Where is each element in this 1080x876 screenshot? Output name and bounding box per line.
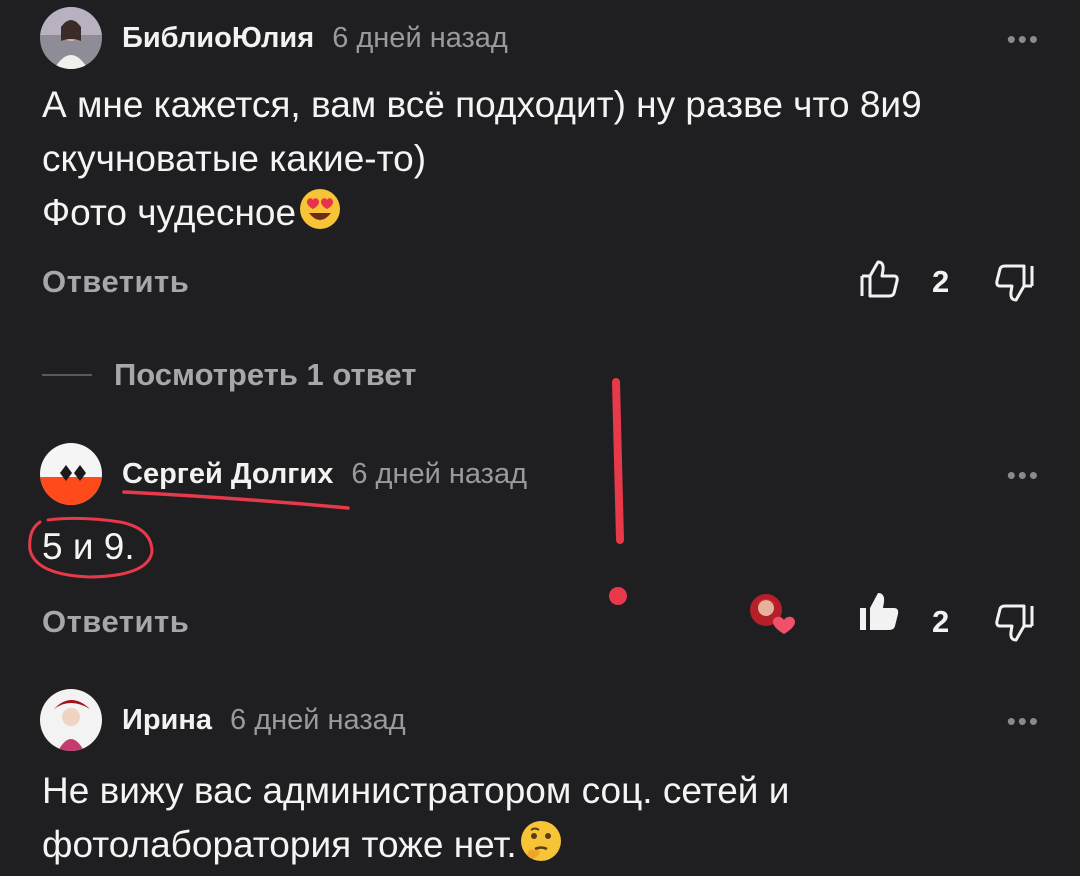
comment-header: БиблиоЮлия 6 дней назад bbox=[40, 6, 508, 70]
thumbs-up-filled-icon[interactable] bbox=[858, 590, 900, 634]
more-options-icon[interactable]: ••• bbox=[1007, 24, 1040, 55]
smiling-face-with-heart-eyes-icon bbox=[300, 189, 341, 229]
comment-header: Ирина 6 дней назад bbox=[40, 688, 406, 752]
author-name[interactable]: Ирина bbox=[122, 704, 212, 737]
comment-text: 5 и 9. bbox=[42, 526, 135, 567]
reply-button[interactable]: Ответить bbox=[42, 604, 189, 640]
avatar[interactable] bbox=[40, 689, 102, 751]
view-replies-button[interactable]: Посмотреть 1 ответ bbox=[42, 355, 416, 395]
more-options-icon[interactable]: ••• bbox=[1007, 706, 1040, 737]
annotation-exclamation-dot bbox=[609, 587, 627, 605]
comment-time: 6 дней назад bbox=[332, 21, 508, 54]
author-name[interactable]: Сергей Долгих bbox=[122, 458, 333, 491]
comment-time: 6 дней назад bbox=[351, 457, 528, 490]
like-count: 2 bbox=[932, 264, 950, 299]
author-heart-icon bbox=[750, 594, 795, 634]
thumbs-down-outline-icon[interactable] bbox=[994, 262, 1036, 304]
author-name[interactable]: БиблиоЮлия bbox=[122, 22, 314, 55]
divider-line bbox=[42, 374, 92, 376]
comment-text: А мне кажется, вам всё подходит) ну разв… bbox=[42, 84, 922, 233]
avatar[interactable] bbox=[40, 443, 102, 505]
more-options-icon[interactable]: ••• bbox=[1007, 460, 1040, 491]
annotation-exclamation-line bbox=[612, 378, 624, 544]
thumbs-down-outline-icon[interactable] bbox=[994, 602, 1036, 644]
view-replies-label: Посмотреть 1 ответ bbox=[114, 357, 417, 392]
thumbs-up-outline-icon[interactable] bbox=[858, 258, 900, 300]
like-count: 2 bbox=[932, 604, 950, 639]
comment-text: Не вижу вас администратором соц. сетей и… bbox=[42, 770, 790, 865]
comment-header: Сергей Долгих 6 дней назад bbox=[40, 442, 527, 506]
reply-button[interactable]: Ответить bbox=[42, 264, 189, 300]
comment-time: 6 дней назад bbox=[230, 703, 406, 736]
avatar[interactable] bbox=[40, 7, 102, 69]
thinking-face-icon bbox=[520, 821, 561, 861]
